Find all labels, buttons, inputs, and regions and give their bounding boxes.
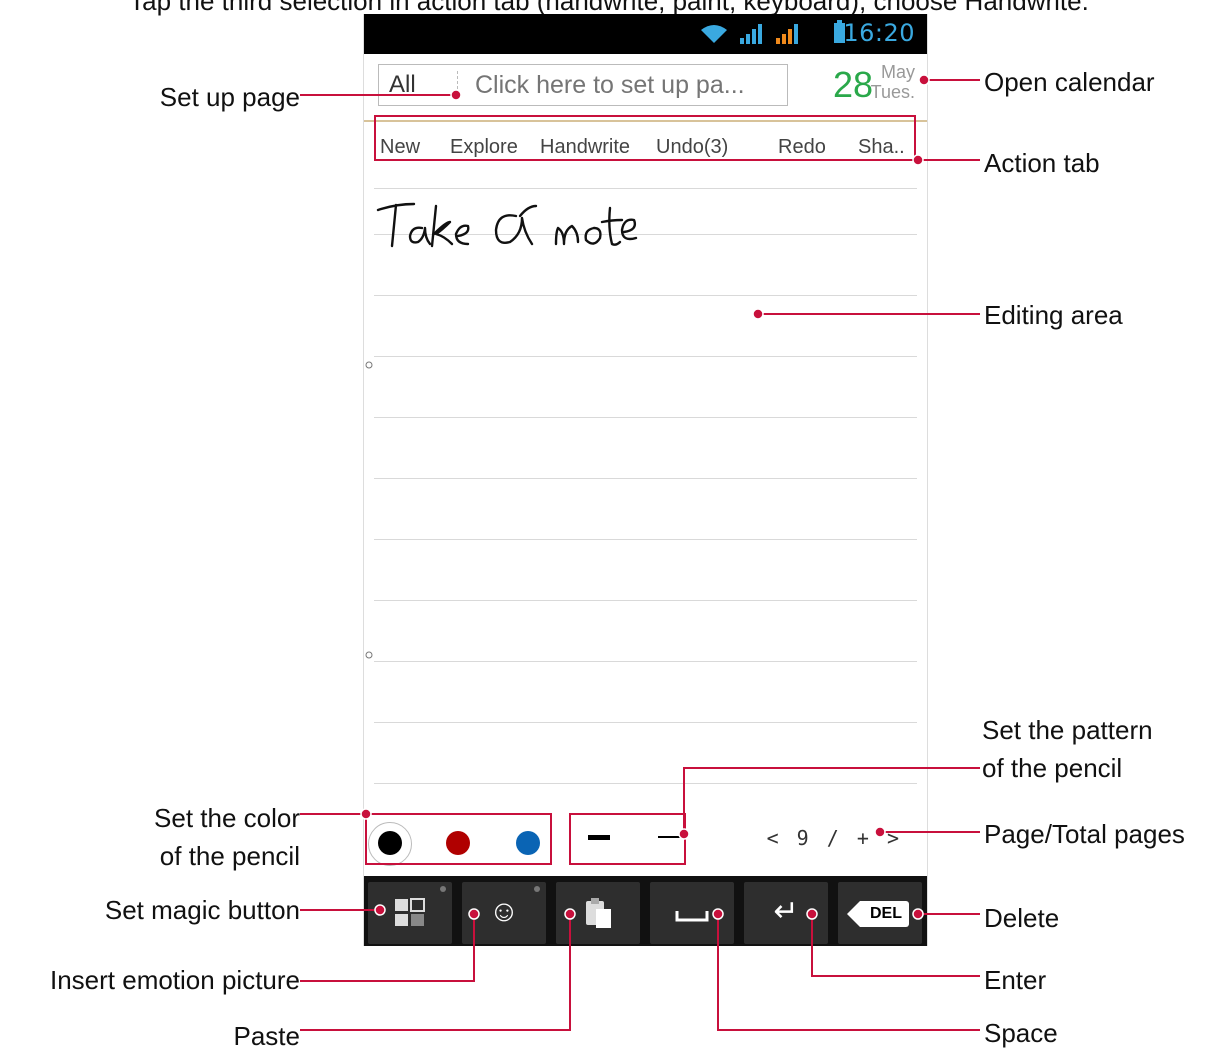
page-current: 9 bbox=[796, 826, 809, 850]
calendar-day: 28 bbox=[832, 64, 873, 105]
corner-dot bbox=[534, 886, 540, 892]
action-explore[interactable]: Explore bbox=[450, 136, 518, 159]
color-red[interactable] bbox=[446, 831, 470, 855]
wifi-icon bbox=[701, 25, 727, 43]
action-new[interactable]: New bbox=[380, 136, 420, 159]
action-undo[interactable]: Undo(3) bbox=[656, 136, 728, 159]
margin-hole-icon bbox=[365, 651, 373, 659]
page-add-button[interactable]: + bbox=[857, 826, 869, 850]
signal-roaming-icon bbox=[776, 24, 798, 44]
annotation-set-color-line1: Set the color bbox=[154, 803, 300, 833]
calendar-month: May bbox=[880, 62, 915, 82]
rule-line bbox=[374, 783, 917, 784]
annotation-action-tab: Action tab bbox=[984, 148, 1100, 178]
rule-line bbox=[374, 600, 917, 601]
note-header: All 28 May Tues. bbox=[364, 54, 927, 122]
bottom-keybar: ☺ ↵ DEL bbox=[364, 876, 927, 946]
pattern-thin-line[interactable] bbox=[658, 836, 680, 838]
status-bar: 16:20 bbox=[364, 14, 927, 54]
annotation-editing-area: Editing area bbox=[984, 300, 1123, 330]
calendar-weekday: Tues. bbox=[870, 82, 915, 102]
page-indicator: < 9 / + > bbox=[767, 826, 899, 850]
pattern-thick-line[interactable] bbox=[588, 835, 610, 840]
rule-line bbox=[374, 188, 917, 189]
page-separator: / bbox=[826, 826, 839, 850]
action-handwrite[interactable]: Handwrite bbox=[540, 136, 630, 159]
page-next-button[interactable]: > bbox=[887, 826, 899, 850]
editing-area[interactable] bbox=[364, 174, 927, 810]
page-prev-button[interactable]: < bbox=[767, 826, 779, 850]
action-redo[interactable]: Redo bbox=[778, 136, 826, 159]
annotation-set-color-line2: of the pencil bbox=[159, 840, 300, 871]
signal-icon bbox=[740, 24, 762, 44]
annotation-enter: Enter bbox=[984, 965, 1047, 995]
phone-screen: 16:20 All 28 May Tues. New Explore Handw… bbox=[363, 14, 928, 946]
annotation-set-color: Set the color of the pencil bbox=[154, 800, 300, 875]
rule-line bbox=[374, 661, 917, 662]
enter-button[interactable]: ↵ bbox=[744, 882, 828, 944]
rule-line bbox=[374, 722, 917, 723]
space-button[interactable] bbox=[650, 882, 734, 944]
page-setup-input[interactable] bbox=[475, 71, 775, 100]
delete-button[interactable]: DEL bbox=[838, 882, 922, 944]
clock: 16:20 bbox=[843, 19, 915, 47]
rule-line bbox=[374, 539, 917, 540]
annotation-open-calendar: Open calendar bbox=[984, 67, 1155, 97]
calendar-button[interactable]: 28 May Tues. bbox=[807, 62, 917, 106]
page-setup-box[interactable]: All bbox=[378, 64, 788, 106]
annotation-paste: Paste bbox=[233, 1021, 301, 1051]
enter-icon: ↵ bbox=[773, 895, 799, 928]
delete-icon: DEL bbox=[847, 901, 909, 927]
rule-line bbox=[374, 356, 917, 357]
paste-button[interactable] bbox=[556, 882, 640, 944]
action-share[interactable]: Sha.. bbox=[858, 136, 905, 159]
annotation-set-pattern-line2: of the pencil bbox=[982, 752, 1123, 783]
color-blue[interactable] bbox=[516, 831, 540, 855]
magic-button[interactable] bbox=[368, 882, 452, 944]
rule-line bbox=[374, 417, 917, 418]
annotation-set-up-page: Set up page bbox=[159, 82, 300, 112]
handwritten-note bbox=[376, 202, 638, 248]
emotion-button[interactable]: ☺ bbox=[462, 882, 546, 944]
annotation-set-pattern: Set the pattern of the pencil bbox=[982, 712, 1153, 787]
rule-line bbox=[374, 478, 917, 479]
pencil-toolbar: < 9 / + > bbox=[364, 812, 927, 876]
corner-dot bbox=[440, 886, 446, 892]
annotation-page-total: Page/Total pages bbox=[984, 819, 1185, 849]
page-filter-all[interactable]: All bbox=[389, 71, 416, 99]
annotation-space: Space bbox=[984, 1018, 1058, 1048]
annotation-set-pattern-line1: Set the pattern bbox=[982, 715, 1153, 745]
annotation-set-magic: Set magic button bbox=[104, 895, 300, 925]
annotation-delete: Delete bbox=[984, 903, 1060, 933]
margin-hole-icon bbox=[365, 361, 373, 369]
color-black[interactable] bbox=[378, 831, 402, 855]
action-tab: New Explore Handwrite Undo(3) Redo Sha.. bbox=[364, 122, 927, 172]
smiley-icon: ☺ bbox=[488, 895, 520, 928]
rule-line bbox=[374, 295, 917, 296]
space-icon bbox=[675, 911, 709, 922]
magic-grid-icon bbox=[395, 898, 425, 926]
annotation-insert-emotion: Insert emotion picture bbox=[49, 965, 300, 995]
divider bbox=[457, 71, 458, 99]
paste-icon bbox=[586, 898, 611, 928]
